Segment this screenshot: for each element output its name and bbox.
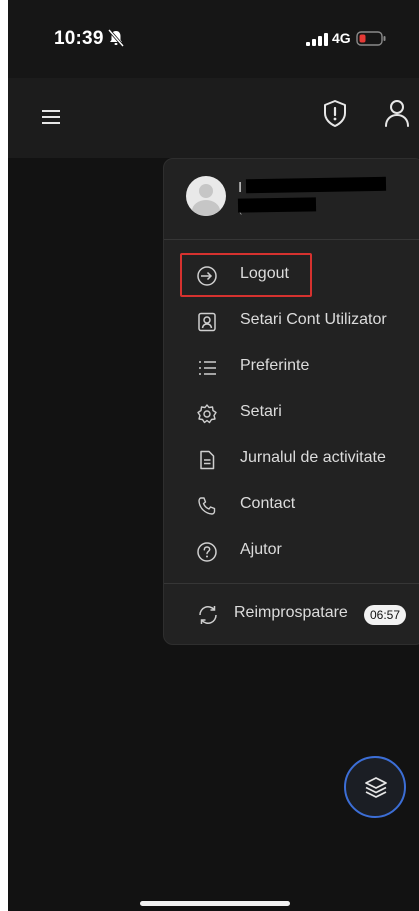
layers-button[interactable] (344, 756, 406, 818)
layers-icon (365, 777, 387, 798)
redaction-bar (237, 197, 317, 213)
shield-alert-icon[interactable] (318, 96, 352, 130)
home-indicator[interactable] (140, 901, 290, 906)
app-bar (8, 78, 419, 158)
menu-item-account-settings[interactable]: Setari Cont Utilizator (164, 299, 419, 343)
network-type: 4G (332, 30, 351, 46)
divider (164, 583, 419, 584)
hamburger-icon[interactable] (38, 104, 64, 130)
refresh-icon (199, 606, 217, 624)
battery-icon (356, 31, 386, 46)
phone-icon (198, 497, 216, 515)
menu-item-label: Jurnalul de activitate (240, 449, 386, 466)
user-dropdown-menu: I ( Logout Setari Cont Utilizator (163, 158, 419, 645)
document-icon (200, 450, 215, 470)
profile-header[interactable]: I ( (164, 159, 419, 239)
gear-icon (197, 404, 217, 424)
divider (164, 239, 419, 240)
menu-item-label: Setari Cont Utilizator (240, 311, 387, 328)
bell-off-icon (108, 29, 124, 47)
refresh-row[interactable]: Reimprospatare 06:57 (164, 591, 419, 635)
menu-item-activity-log[interactable]: Jurnalul de activitate (164, 437, 419, 481)
menu-item-label: Setari (240, 403, 282, 420)
avatar-icon (186, 176, 226, 216)
refresh-label: Reimprospatare (234, 604, 348, 621)
status-bar: 10:39 4G (8, 0, 419, 78)
menu-item-label: Preferinte (240, 357, 310, 374)
menu-item-preferences[interactable]: Preferinte (164, 345, 419, 389)
menu-item-label: Ajutor (240, 541, 282, 558)
user-icon[interactable] (380, 96, 414, 130)
phone-screen: 10:39 4G I Logout Setari Cont Utilizator… (8, 0, 419, 911)
menu-item-settings[interactable]: Setari (164, 391, 419, 435)
signal-icon (306, 33, 328, 46)
list-icon (199, 361, 216, 375)
menu-item-label: Contact (240, 495, 296, 512)
refresh-timer-badge: 06:57 (364, 605, 407, 625)
redaction-bar (245, 176, 387, 194)
menu-item-help[interactable]: Ajutor (164, 529, 419, 573)
highlight-box (180, 253, 312, 297)
menu-item-contact[interactable]: Contact (164, 483, 419, 527)
status-time: 10:39 (54, 28, 104, 49)
help-icon (197, 542, 217, 562)
account-icon (198, 312, 216, 332)
profile-name: I (238, 179, 243, 196)
